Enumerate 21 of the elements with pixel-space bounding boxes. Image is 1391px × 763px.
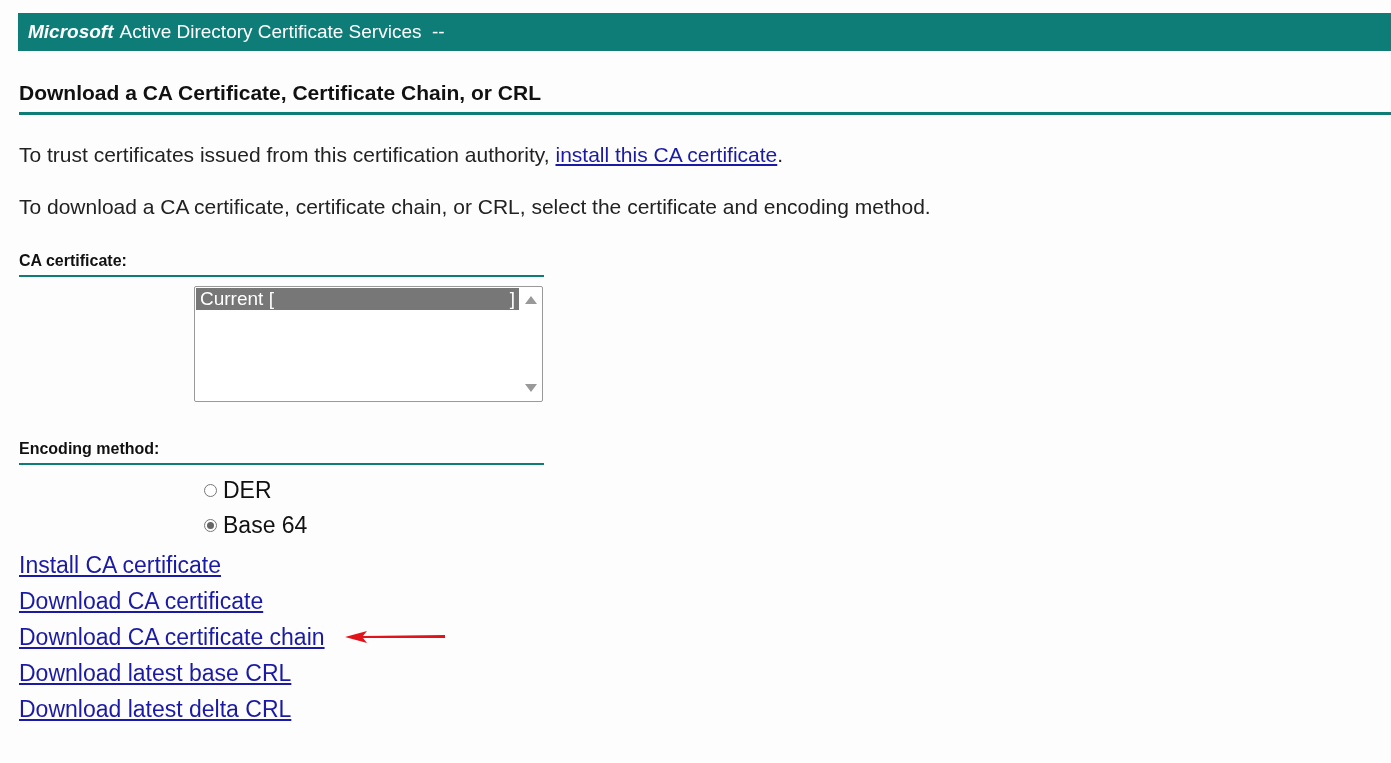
list-option[interactable]: Current [ ] [196, 288, 519, 310]
page-heading: Download a CA Certificate, Certificate Chain, or CRL [19, 81, 1391, 115]
radio-label: DER [223, 477, 272, 504]
section-label: CA certificate: [19, 252, 544, 277]
intro-text: To trust certificates issued from this certification authority, install this CA certificate. [19, 143, 785, 167]
radio-label: Base 64 [223, 512, 308, 539]
section-label: Encoding method: [19, 440, 544, 465]
scroll-down-icon[interactable] [524, 383, 538, 393]
certificate-list[interactable]: Current [ ] [194, 286, 543, 402]
radio-button[interactable] [204, 484, 217, 497]
brand-name: Microsoft [28, 21, 114, 43]
instruction-text: To download a CA certificate, certificate chain, or CRL, select the certificate and encoding method. [19, 195, 932, 219]
action-link[interactable]: Download CA certificate chain [19, 623, 325, 651]
action-link[interactable]: Download CA certificate [19, 587, 264, 615]
radio-button[interactable] [204, 519, 217, 532]
action-link[interactable]: Download latest delta CRL [19, 695, 292, 723]
action-link[interactable]: Download latest base CRL [19, 659, 292, 687]
scroll-up-icon[interactable] [524, 295, 538, 305]
action-link[interactable]: Install CA certificate [19, 551, 221, 579]
header-title: Active Directory Certificate Services -- [119, 21, 445, 43]
install-link[interactable]: install this CA certificate [555, 143, 778, 166]
